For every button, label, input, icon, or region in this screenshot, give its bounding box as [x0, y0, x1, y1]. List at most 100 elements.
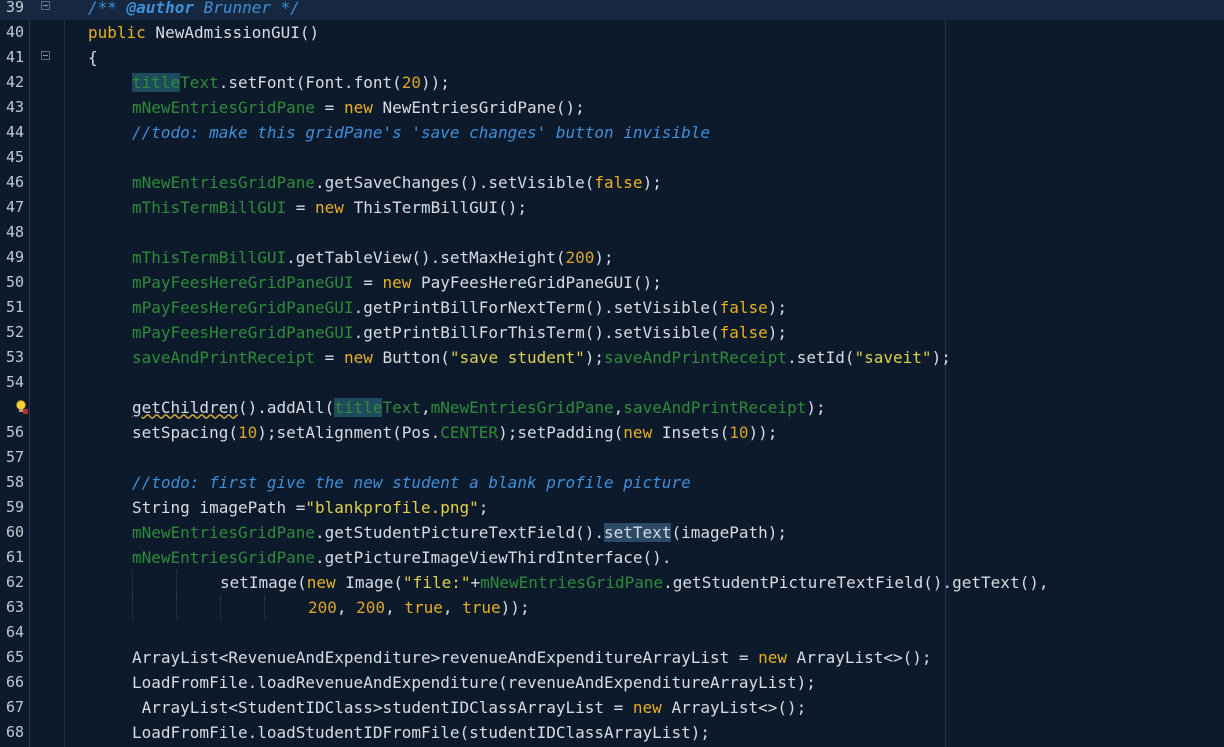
code-token: new: [382, 272, 412, 292]
code-line[interactable]: 68 LoadFromFile.loadStudentIDFromFile(stu…: [0, 720, 1224, 745]
code-line[interactable]: 40 public NewAdmissionGUI(): [0, 20, 1224, 45]
code-text[interactable]: 200, 200, true, true));: [308, 595, 530, 620]
code-text[interactable]: mPayFeesHereGridPaneGUI.getPrintBillForN…: [132, 295, 787, 320]
indent-guide: [132, 594, 134, 620]
code-line[interactable]: 49 mThisTermBillGUI.getTableView().setMax…: [0, 245, 1224, 270]
line-number: 64: [5, 622, 24, 641]
code-text[interactable]: LoadFromFile.loadStudentIDFromFile(stude…: [132, 720, 710, 745]
code-line[interactable]: 51 mPayFeesHereGridPaneGUI.getPrintBillFo…: [0, 295, 1224, 320]
code-token: /**: [88, 0, 127, 17]
code-line[interactable]: 53 saveAndPrintReceipt = new Button("save…: [0, 345, 1224, 370]
code-text[interactable]: getChildren().addAll(titleText,mNewEntri…: [132, 395, 826, 420]
code-token: saveAndPrintReceipt: [132, 347, 316, 367]
code-token: new: [632, 697, 662, 717]
code-token: new: [343, 97, 373, 117]
line-number: 53: [5, 347, 24, 366]
indent-guide: [132, 569, 134, 595]
lightbulb-hint-icon[interactable]: [15, 399, 29, 415]
code-token: NewAdmissionGUI(): [145, 22, 320, 42]
code-text[interactable]: //todo: make this gridPane's 'save chang…: [132, 120, 710, 145]
code-token: mNewEntriesGridPane: [132, 172, 316, 192]
code-text[interactable]: saveAndPrintReceipt = new Button("save s…: [132, 345, 951, 370]
code-token: .getPictureImageViewThirdInterface().: [315, 547, 672, 567]
code-token: Brunner */: [193, 0, 300, 17]
code-token: =: [286, 197, 316, 217]
code-line[interactable]: getChildren().addAll(titleText,mNewEntri…: [0, 395, 1224, 420]
code-text[interactable]: mThisTermBillGUI = new ThisTermBillGUI()…: [132, 195, 527, 220]
code-line[interactable]: 62 setImage(new Image("file:"+mNewEntries…: [0, 569, 1224, 595]
code-token: new: [315, 197, 344, 217]
code-text[interactable]: mNewEntriesGridPane = new NewEntriesGrid…: [132, 95, 585, 120]
code-text[interactable]: mPayFeesHereGridPaneGUI.getPrintBillForT…: [132, 320, 787, 345]
code-line[interactable]: 44 //todo: make this gridPane's 'save cha…: [0, 120, 1224, 145]
code-line[interactable]: 61 mNewEntriesGridPane.getPictureImageVie…: [0, 545, 1224, 570]
code-token: mNewEntriesGridPane: [430, 397, 614, 417]
code-line[interactable]: 57: [0, 445, 1224, 470]
code-line[interactable]: 52 mPayFeesHereGridPaneGUI.getPrintBillFo…: [0, 320, 1224, 345]
line-number: 54: [5, 372, 24, 391]
line-number: 68: [5, 722, 24, 741]
code-token: mNewEntriesGridPane: [132, 522, 316, 542]
code-line[interactable]: 46 mNewEntriesGridPane.getSaveChanges().s…: [0, 170, 1224, 195]
code-token: .setId(: [787, 347, 855, 367]
code-token: .setFont(Font.font(: [218, 72, 402, 92]
code-token: CENTER: [440, 422, 499, 442]
code-token: false: [719, 322, 768, 342]
code-token: ,: [442, 597, 463, 617]
code-text[interactable]: {: [88, 45, 98, 70]
fold-toggle-icon[interactable]: [41, 0, 50, 10]
code-text[interactable]: mNewEntriesGridPane.getStudentPictureTex…: [132, 520, 787, 545]
code-token: );: [806, 397, 826, 417]
code-token: Insets(: [652, 422, 730, 442]
line-number: 50: [5, 272, 24, 291]
code-line[interactable]: 47 mThisTermBillGUI = new ThisTermBillGUI…: [0, 195, 1224, 220]
code-token: ,: [385, 597, 405, 617]
code-text[interactable]: mPayFeesHereGridPaneGUI = new PayFeesHer…: [132, 270, 662, 295]
code-token: ));: [748, 422, 778, 442]
line-number: 43: [5, 97, 24, 116]
code-token: );: [584, 347, 605, 367]
code-line[interactable]: 65 ArrayList<RevenueAndExpenditure>revenu…: [0, 645, 1224, 670]
code-line[interactable]: 50 mPayFeesHereGridPaneGUI = new PayFeesH…: [0, 270, 1224, 295]
code-text[interactable]: setSpacing(10);setAlignment(Pos.CENTER);…: [132, 420, 777, 445]
code-line[interactable]: 64: [0, 620, 1224, 645]
code-line[interactable]: 43 mNewEntriesGridPane = new NewEntriesGr…: [0, 95, 1224, 120]
code-token: mNewEntriesGridPane: [132, 97, 316, 117]
code-text[interactable]: titleText.setFont(Font.font(20));: [132, 70, 450, 95]
code-text[interactable]: setImage(new Image("file:"+mNewEntriesGr…: [220, 570, 1048, 595]
code-text[interactable]: public NewAdmissionGUI(): [88, 20, 319, 45]
code-text[interactable]: mNewEntriesGridPane.getSaveChanges().set…: [132, 170, 662, 195]
code-line[interactable]: 66 LoadFromFile.loadRevenueAndExpenditure…: [0, 670, 1224, 695]
code-line[interactable]: 41 {: [0, 45, 1224, 70]
code-text[interactable]: LoadFromFile.loadRevenueAndExpenditure(r…: [132, 670, 816, 695]
code-token: ThisTermBillGUI();: [343, 197, 527, 217]
code-text[interactable]: ArrayList<RevenueAndExpenditure>revenueA…: [132, 645, 932, 670]
code-line[interactable]: 58 //todo: first give the new student a b…: [0, 470, 1224, 495]
code-line[interactable]: 63 200, 200, true, true));: [0, 594, 1224, 620]
code-text[interactable]: //todo: first give the new student a bla…: [132, 470, 691, 495]
code-text[interactable]: String imagePath ="blankprofile.png";: [132, 495, 488, 520]
code-line[interactable]: 67 ArrayList<StudentIDClass>studentIDCla…: [0, 695, 1224, 720]
line-number: 59: [5, 497, 24, 516]
code-line[interactable]: 42 titleText.setFont(Font.font(20));: [0, 70, 1224, 95]
code-token: title: [132, 72, 181, 92]
code-text[interactable]: mNewEntriesGridPane.getPictureImageViewT…: [132, 545, 671, 570]
code-line[interactable]: 54: [0, 370, 1224, 395]
code-text[interactable]: ArrayList<StudentIDClass>studentIDClassA…: [132, 695, 807, 720]
code-line[interactable]: 45: [0, 145, 1224, 170]
code-token: mNewEntriesGridPane: [480, 572, 664, 592]
code-token: 20: [401, 72, 421, 92]
code-line[interactable]: 59 String imagePath ="blankprofile.png";: [0, 495, 1224, 520]
code-line[interactable]: 56 setSpacing(10);setAlignment(Pos.CENTER…: [0, 420, 1224, 445]
code-line[interactable]: 48: [0, 220, 1224, 245]
code-text[interactable]: mThisTermBillGUI.getTableView().setMaxHe…: [132, 245, 614, 270]
code-token: @author: [126, 0, 194, 17]
code-token: mPayFeesHereGridPaneGUI: [132, 322, 354, 342]
code-line[interactable]: 60 mNewEntriesGridPane.getStudentPictureT…: [0, 520, 1224, 545]
code-line[interactable]: 39 /** @author Brunner */: [0, 0, 1224, 20]
code-token: mPayFeesHereGridPaneGUI: [132, 272, 354, 292]
code-editor[interactable]: 39 /** @author Brunner */ 40 public NewAdmi…: [0, 0, 1224, 747]
code-text[interactable]: /** @author Brunner */: [88, 0, 300, 20]
fold-toggle-icon[interactable]: [41, 50, 50, 60]
line-number: 58: [5, 472, 24, 491]
